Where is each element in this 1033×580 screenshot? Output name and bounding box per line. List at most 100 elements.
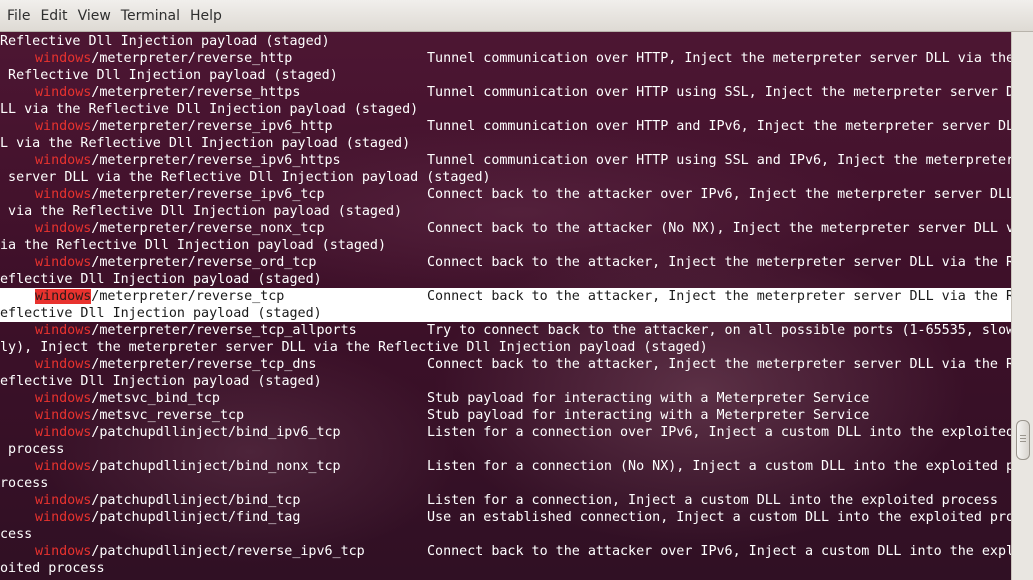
payload-name: /meterpreter/reverse_tcp_dns <box>91 357 317 372</box>
output-line: Reflective Dll Injection payload (staged… <box>0 33 1011 50</box>
output-line: eflective Dll Injection payload (staged) <box>0 373 1011 390</box>
payload-platform: windows <box>35 425 92 440</box>
output-line: windows/meterpreter/reverse_ipv6_http Tun… <box>0 118 1011 135</box>
terminal-output[interactable]: Reflective Dll Injection payload (staged… <box>0 32 1011 580</box>
payload-name: /meterpreter/reverse_ipv6_tcp <box>91 187 325 202</box>
payload-description: Connect back to the attacker (No NX), In… <box>427 221 1011 236</box>
payload-platform: windows <box>35 357 92 372</box>
payload-name: /meterpreter/reverse_ipv6_https <box>91 153 341 168</box>
line-text: Reflective Dll Injection payload (staged… <box>0 34 330 49</box>
line-text: LL via the Reflective Dll Injection payl… <box>0 102 419 117</box>
payload-description: Tunnel communication over HTTP and IPv6,… <box>427 119 1011 134</box>
payload-description: Listen for a connection over IPv6, Injec… <box>427 425 1011 440</box>
vertical-scrollbar[interactable] <box>1011 32 1033 580</box>
payload-name: /meterpreter/reverse_tcp_allports <box>91 323 357 338</box>
payload-platform: windows <box>35 391 92 406</box>
output-line: windows/patchupdllinject/bind_nonx_tcp Li… <box>0 458 1011 475</box>
payload-description: Try to connect back to the attacker, on … <box>427 323 1011 338</box>
line-text: via the Reflective Dll Injection payload… <box>0 204 403 219</box>
output-line: ly), Inject the meterpreter server DLL v… <box>0 339 1011 356</box>
payload-description: Use an established connection, Inject a … <box>427 510 1011 525</box>
payload-description: Connect back to the attacker, Inject the… <box>427 289 1011 304</box>
payload-description: Connect back to the attacker over IPv6, … <box>427 187 1011 202</box>
terminal-lines: Reflective Dll Injection payload (staged… <box>0 33 1011 577</box>
menu-terminal[interactable]: Terminal <box>116 0 185 32</box>
output-line: via the Reflective Dll Injection payload… <box>0 203 1011 220</box>
output-line: oited process <box>0 560 1011 577</box>
payload-platform: windows <box>35 255 92 270</box>
output-line: windows/metsvc_bind_tcp Stub payload for … <box>0 390 1011 407</box>
scrollbar-grip <box>1020 441 1026 442</box>
menu-edit[interactable]: Edit <box>35 0 72 32</box>
line-text: rocess <box>0 476 49 491</box>
line-text: ia the Reflective Dll Injection payload … <box>0 238 387 253</box>
menu-help[interactable]: Help <box>185 0 227 32</box>
payload-name: /patchupdllinject/reverse_ipv6_tcp <box>91 544 365 559</box>
output-line: windows/meterpreter/reverse_tcp_dns Conne… <box>0 356 1011 373</box>
output-line: eflective Dll Injection payload (staged) <box>0 271 1011 288</box>
output-line: process <box>0 441 1011 458</box>
scrollbar-grip <box>1020 435 1026 436</box>
scrollbar-thumb[interactable] <box>1016 420 1030 460</box>
payload-name: /meterpreter/reverse_ord_tcp <box>91 255 317 270</box>
output-line: server DLL via the Reflective Dll Inject… <box>0 169 1011 186</box>
payload-platform: windows <box>35 493 92 508</box>
output-line: windows/patchupdllinject/bind_ipv6_tcp Li… <box>0 424 1011 441</box>
payload-description: Connect back to the attacker over IPv6, … <box>427 544 1011 559</box>
payload-description: Listen for a connection (No NX), Inject … <box>427 459 1011 474</box>
payload-platform: windows <box>35 85 92 100</box>
output-line: windows/patchupdllinject/bind_tcp Listen … <box>0 492 1011 509</box>
output-line: windows/patchupdllinject/reverse_ipv6_tc… <box>0 543 1011 560</box>
output-line: Reflective Dll Injection payload (staged… <box>0 67 1011 84</box>
line-text: L via the Reflective Dll Injection paylo… <box>0 136 411 151</box>
line-text: process <box>0 442 65 457</box>
output-line: windows/meterpreter/reverse_ipv6_tcp Conn… <box>0 186 1011 203</box>
payload-description: Stub payload for interacting with a Mete… <box>427 408 870 423</box>
output-line: windows/meterpreter/reverse_nonx_tcp Conn… <box>0 220 1011 237</box>
payload-name: /metsvc_bind_tcp <box>91 391 220 406</box>
line-text: server DLL via the Reflective Dll Inject… <box>0 170 491 185</box>
output-line: windows/meterpreter/reverse_http Tunnel c… <box>0 50 1011 67</box>
output-line: L via the Reflective Dll Injection paylo… <box>0 135 1011 152</box>
payload-description: Connect back to the attacker, Inject the… <box>427 357 1011 372</box>
payload-platform: windows <box>35 187 92 202</box>
payload-name: /patchupdllinject/bind_tcp <box>91 493 301 508</box>
menu-view[interactable]: View <box>73 0 116 32</box>
output-line: windows/meterpreter/reverse_ipv6_https Tu… <box>0 152 1011 169</box>
payload-name: /patchupdllinject/bind_ipv6_tcp <box>91 425 341 440</box>
payload-platform: windows <box>35 119 92 134</box>
payload-name: /meterpreter/reverse_https <box>91 85 301 100</box>
payload-name: /meterpreter/reverse_tcp <box>91 289 285 304</box>
output-line: LL via the Reflective Dll Injection payl… <box>0 101 1011 118</box>
payload-description: Tunnel communication over HTTP using SSL… <box>427 153 1011 168</box>
line-text: eflective Dll Injection payload (staged) <box>0 374 322 389</box>
output-line: windows/meterpreter/reverse_https Tunnel … <box>0 84 1011 101</box>
payload-description: Tunnel communication over HTTP, Inject t… <box>427 51 1011 66</box>
output-line: rocess <box>0 475 1011 492</box>
output-line: windows/patchupdllinject/find_tag Use an … <box>0 509 1011 526</box>
output-line: windows/meterpreter/reverse_tcp_allports… <box>0 322 1011 339</box>
payload-description: Tunnel communication over HTTP using SSL… <box>427 85 1011 100</box>
payload-platform: windows <box>35 221 92 236</box>
payload-name: /meterpreter/reverse_http <box>91 51 293 66</box>
menu-file[interactable]: File <box>2 0 35 32</box>
payload-platform: windows <box>35 459 92 474</box>
payload-platform: windows <box>35 544 92 559</box>
output-line: windows/meterpreter/reverse_ord_tcp Conne… <box>0 254 1011 271</box>
line-text: eflective Dll Injection payload (staged) <box>0 272 322 287</box>
payload-description: Stub payload for interacting with a Mete… <box>427 391 870 406</box>
line-text: cess <box>0 527 33 542</box>
payload-description: Listen for a connection, Inject a custom… <box>427 493 998 508</box>
scrollbar-grip <box>1020 438 1026 439</box>
payload-name: /patchupdllinject/find_tag <box>91 510 301 525</box>
payload-name: /metsvc_reverse_tcp <box>91 408 245 423</box>
payload-description: Connect back to the attacker, Inject the… <box>427 255 1011 270</box>
line-text: oited process <box>0 561 105 576</box>
payload-platform: windows <box>35 408 92 423</box>
line-text: Reflective Dll Injection payload (staged… <box>0 68 338 83</box>
payload-platform: windows <box>35 510 92 525</box>
output-line: ia the Reflective Dll Injection payload … <box>0 237 1011 254</box>
line-text: ly), Inject the meterpreter server DLL v… <box>0 340 708 355</box>
payload-name: /patchupdllinject/bind_nonx_tcp <box>91 459 341 474</box>
payload-name: /meterpreter/reverse_ipv6_http <box>91 119 333 134</box>
